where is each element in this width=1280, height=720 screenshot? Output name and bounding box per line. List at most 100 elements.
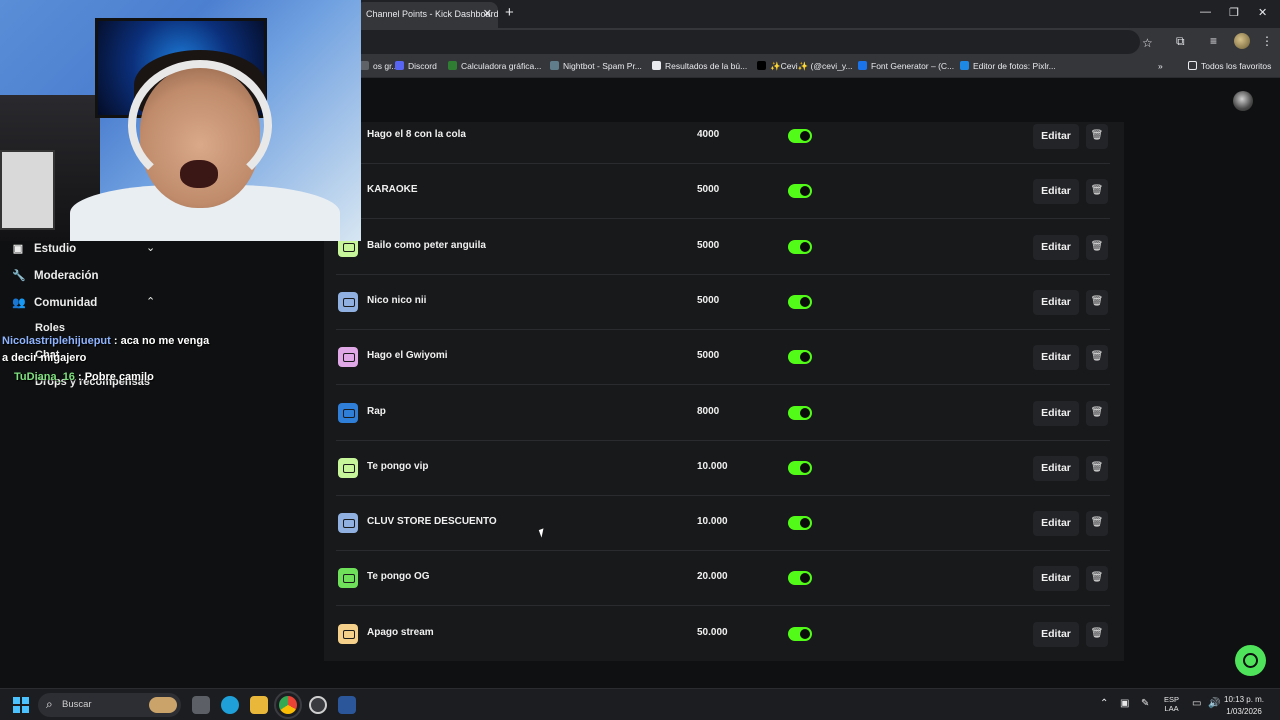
reward-title: CLUV STORE DESCUENTO <box>367 516 497 528</box>
reward-row: Te pongo vip 10.000 Editar 🗑 <box>336 441 1110 496</box>
sidebar-subitem[interactable]: Roles <box>35 322 65 334</box>
delete-icon[interactable]: 🗑 <box>1086 400 1108 426</box>
delete-icon[interactable]: 🗑 <box>1086 289 1108 315</box>
sidebar-item-comunidad[interactable]: 👥 Comunidad <box>12 296 97 309</box>
obs-icon[interactable] <box>309 696 327 714</box>
bookmark-label: Resultados de la bú... <box>665 61 748 71</box>
profile-avatar[interactable] <box>1234 33 1250 49</box>
tray-overflow-icon[interactable]: ⌃ <box>1100 698 1108 709</box>
delete-icon[interactable]: 🗑 <box>1086 455 1108 481</box>
sidebar-item-moderación[interactable]: 🔧 Moderación <box>12 269 99 282</box>
word-icon[interactable] <box>338 696 356 714</box>
edit-button[interactable]: Editar <box>1033 400 1079 426</box>
delete-icon[interactable]: 🗑 <box>1086 179 1108 205</box>
search-placeholder: Buscar <box>62 699 92 710</box>
delete-icon[interactable]: 🗑 <box>1086 566 1108 592</box>
reward-enabled-toggle[interactable] <box>788 350 812 365</box>
file-explorer-icon[interactable] <box>250 696 268 714</box>
chat-message: TuDiana_16 : Pobre camilo <box>14 371 154 383</box>
media-control-icon[interactable]: ≡ <box>1210 34 1217 48</box>
restore-icon[interactable]: ❐ <box>1229 6 1239 19</box>
sidebar-item-estudio[interactable]: ▣ Estudio <box>12 242 76 255</box>
reward-row: Nico nico nii 5000 Editar 🗑 <box>336 275 1110 330</box>
edge-icon[interactable] <box>221 696 239 714</box>
task-view-icon[interactable] <box>192 696 210 714</box>
edit-button[interactable]: Editar <box>1033 621 1079 647</box>
menu-kebab-icon[interactable]: ⋮ <box>1261 34 1273 48</box>
bookmark-favicon-icon <box>360 61 369 70</box>
volume-icon[interactable]: 🔊 <box>1208 698 1220 709</box>
bookmark-item[interactable]: Font Generator – (C... <box>858 61 954 71</box>
bookmark-item[interactable]: Calculadora gráfica... <box>448 61 541 71</box>
language-indicator[interactable]: ESP LAA <box>1164 695 1179 713</box>
reward-cost: 20.000 <box>697 571 728 583</box>
delete-icon[interactable]: 🗑 <box>1086 511 1108 537</box>
edit-button[interactable]: Editar <box>1033 289 1079 315</box>
taskbar-search[interactable]: ⌕ Buscar <box>38 693 181 717</box>
reward-enabled-toggle[interactable] <box>788 405 812 420</box>
chevron-down-icon[interactable]: ⌄ <box>146 241 155 254</box>
edit-button[interactable]: Editar <box>1033 345 1079 371</box>
search-highlight-icon <box>149 697 177 713</box>
tray-app-icon[interactable]: ▣ <box>1120 698 1129 709</box>
reward-cost: 5000 <box>697 294 720 306</box>
minimize-icon[interactable]: — <box>1200 6 1211 18</box>
bookmark-item[interactable]: Discord <box>395 61 437 71</box>
bookmarks-overflow-icon[interactable]: » <box>1158 61 1163 71</box>
sidebar-item-label: Comunidad <box>34 297 98 309</box>
reward-row: Hago el 8 con la cola 4000 Editar 🗑 <box>336 122 1110 164</box>
reward-enabled-toggle[interactable] <box>788 294 812 309</box>
edit-button[interactable]: Editar <box>1033 455 1079 481</box>
bookmark-star-icon[interactable]: ☆ <box>1142 36 1153 50</box>
bookmark-item[interactable]: os gr... <box>360 61 399 71</box>
bookmark-item[interactable]: Editor de fotos: Pixlr... <box>960 61 1056 71</box>
reward-row: Hago el Gwiyomi 5000 Editar 🗑 <box>336 330 1110 386</box>
window-close-icon[interactable]: ✕ <box>1258 6 1267 19</box>
reward-enabled-toggle[interactable] <box>788 460 812 475</box>
clock-time: 10:13 p. m. <box>1224 695 1265 704</box>
windows-start-icon[interactable] <box>13 697 29 713</box>
reward-title: Te pongo OG <box>367 571 430 583</box>
delete-icon[interactable]: 🗑 <box>1086 234 1108 260</box>
reward-cost: 8000 <box>697 405 720 417</box>
new-tab-button[interactable]: + <box>505 4 514 21</box>
bookmark-favicon-icon <box>448 61 457 70</box>
reward-icon <box>338 291 358 312</box>
reward-enabled-toggle[interactable] <box>788 129 812 143</box>
reward-enabled-toggle[interactable] <box>788 626 812 641</box>
chrome-icon[interactable] <box>274 691 302 719</box>
pen-icon[interactable]: ✎ <box>1141 698 1149 709</box>
user-avatar[interactable] <box>1233 91 1253 111</box>
reward-enabled-toggle[interactable] <box>788 239 812 254</box>
edit-button[interactable]: Editar <box>1033 234 1079 260</box>
edit-button[interactable]: Editar <box>1033 179 1079 205</box>
bookmark-favicon-icon <box>757 61 766 70</box>
edit-button[interactable]: Editar <box>1033 511 1079 537</box>
close-tab-icon[interactable]: ✕ <box>483 7 492 20</box>
bookmark-favicon-icon <box>960 61 969 70</box>
webcam-overlay <box>0 0 361 241</box>
bookmark-item[interactable]: Nightbot - Spam Pr... <box>550 61 642 71</box>
bookmark-label: Font Generator – (C... <box>871 61 955 71</box>
edit-button[interactable]: Editar <box>1033 124 1079 149</box>
bookmark-label: Calculadora gráfica... <box>461 61 542 71</box>
delete-icon[interactable]: 🗑 <box>1086 621 1108 647</box>
reward-cost: 10.000 <box>697 516 728 528</box>
network-icon[interactable]: ▭ <box>1192 698 1201 709</box>
delete-icon[interactable]: 🗑 <box>1086 124 1108 149</box>
reward-enabled-toggle[interactable] <box>788 184 812 199</box>
bookmark-item[interactable]: Resultados de la bú... <box>652 61 747 71</box>
chevron-up-icon[interactable]: ⌃ <box>146 295 155 308</box>
edit-button[interactable]: Editar <box>1033 566 1079 592</box>
extensions-icon[interactable]: ⧉ <box>1176 34 1185 49</box>
reward-enabled-toggle[interactable] <box>788 571 812 586</box>
system-clock[interactable]: 10:13 p. m. 1/03/2026 <box>1224 694 1264 718</box>
help-chat-button[interactable] <box>1235 645 1266 676</box>
delete-icon[interactable]: 🗑 <box>1086 345 1108 371</box>
reward-row: KARAOKE 5000 Editar 🗑 <box>336 164 1110 220</box>
browser-tab[interactable]: Channel Points - Kick Dashboard ✕ <box>356 2 498 28</box>
bookmark-item[interactable]: ✨Cevi✨ (@cevi_y... <box>757 61 853 72</box>
bookmark-favicon-icon <box>858 61 867 70</box>
all-bookmarks-button[interactable]: Todos los favoritos <box>1188 61 1271 71</box>
reward-enabled-toggle[interactable] <box>788 516 812 531</box>
